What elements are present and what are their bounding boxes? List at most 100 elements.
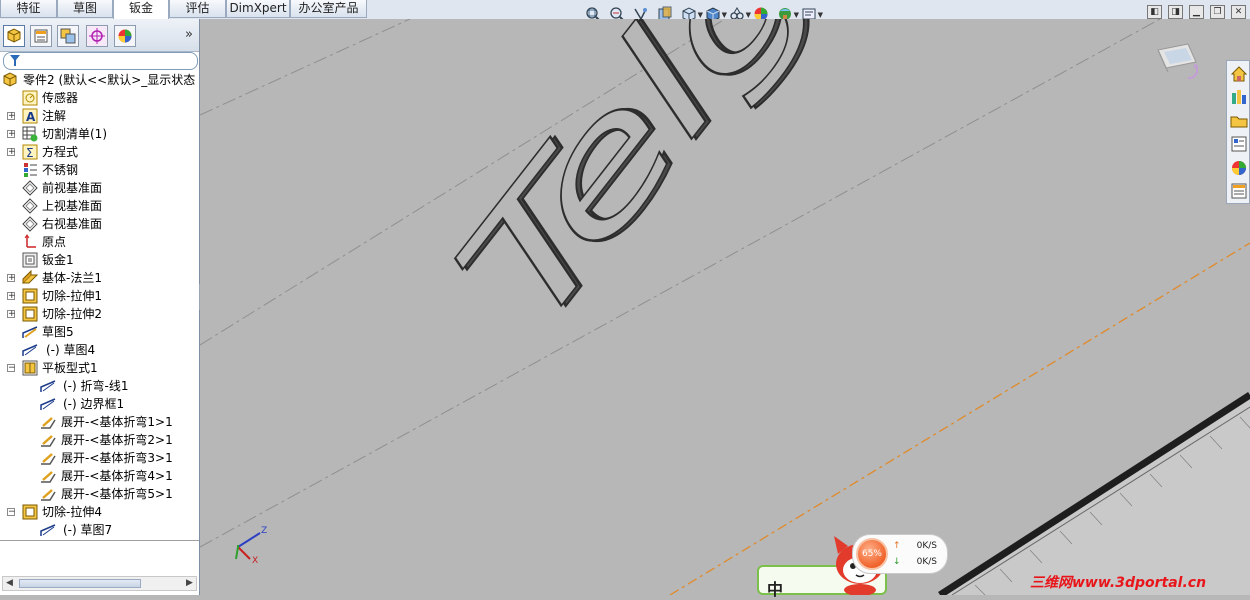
- equation-icon: Σ: [22, 144, 38, 160]
- display-manager-tab-icon[interactable]: [114, 25, 136, 47]
- tree-item-sheet-metal[interactable]: 钣金1: [0, 251, 199, 269]
- tree-item-sketch-5[interactable]: 草图5: [0, 323, 199, 341]
- tree-item-base-flange[interactable]: + 基体-法兰1: [0, 269, 199, 287]
- tree-item-material[interactable]: 不锈钢: [0, 161, 199, 179]
- expand-toggle[interactable]: +: [7, 148, 16, 157]
- expand-toggle[interactable]: +: [7, 130, 16, 139]
- site-watermark: 三维网www.3dportal.cn: [1030, 575, 1207, 591]
- view-cube-icon[interactable]: [1150, 40, 1204, 91]
- tree-item-equations[interactable]: + Σ 方程式: [0, 143, 199, 161]
- ime-mode-label: 中: [767, 580, 784, 599]
- view-palette-icon[interactable]: [1229, 134, 1249, 154]
- svg-text:Σ: Σ: [26, 146, 34, 160]
- prev-window-icon[interactable]: ◧: [1147, 5, 1162, 19]
- tree-item-unfold-4[interactable]: 展开-<基体折弯4>1: [0, 467, 199, 485]
- graphics-viewport[interactable]: Telga Telga Z X: [200, 19, 1250, 595]
- unfold-icon: [41, 471, 56, 483]
- cut-extrude-icon: [22, 504, 38, 520]
- tree-item-unfold-1[interactable]: 展开-<基体折弯1>1: [0, 413, 199, 431]
- tab-features[interactable]: 特征: [0, 0, 57, 18]
- appearances-icon[interactable]: [1229, 158, 1249, 178]
- cut-extrude-icon: [22, 288, 38, 304]
- collapse-toggle[interactable]: −: [7, 508, 16, 517]
- tree-item-cut-list[interactable]: + 切割清单(1): [0, 125, 199, 143]
- tree-item-annotations[interactable]: + A 注解: [0, 107, 199, 125]
- tree-item-top-plane[interactable]: 上视基准面: [0, 197, 199, 215]
- unfold-icon: [41, 489, 56, 501]
- feature-tree-filter[interactable]: [3, 52, 198, 70]
- plane-icon: [22, 180, 38, 196]
- upload-arrow-icon: ↑: [893, 541, 901, 551]
- panel-tab-strip: »: [0, 19, 199, 52]
- custom-properties-icon[interactable]: [1229, 181, 1249, 201]
- sketch-icon: [40, 380, 56, 392]
- expand-toggle[interactable]: +: [7, 274, 16, 283]
- tree-item-flat-pattern[interactable]: − 平板型式1: [0, 359, 199, 377]
- material-icon: [24, 163, 37, 177]
- plane-icon: [22, 198, 38, 214]
- tree-item-unfold-3[interactable]: 展开-<基体折弯3>1: [0, 449, 199, 467]
- minimize-icon[interactable]: ▁: [1189, 5, 1204, 19]
- expand-panel-icon[interactable]: »: [185, 27, 193, 42]
- sheet-metal-icon: [22, 252, 38, 268]
- tab-office-products[interactable]: 办公室产品: [290, 0, 367, 18]
- filter-icon: [10, 55, 20, 66]
- tree-item-bend-lines[interactable]: (-) 折弯-线1: [0, 377, 199, 395]
- expand-toggle[interactable]: +: [7, 292, 16, 301]
- tree-item-unfold-5[interactable]: 展开-<基体折弯5>1: [0, 485, 199, 503]
- tree-item-sketch-7[interactable]: (-) 草图7: [0, 521, 199, 539]
- tab-evaluate[interactable]: 评估: [169, 0, 226, 18]
- configuration-manager-tab-icon[interactable]: [57, 25, 79, 47]
- tree-item-sensors[interactable]: 传感器: [0, 89, 199, 107]
- scroll-right-icon[interactable]: ▶: [183, 577, 196, 590]
- feature-manager-panel: » 零件2 (默认<<默认>_显示状态 传感器 + A 注解 + 切割清单(1): [0, 19, 200, 595]
- expand-toggle[interactable]: +: [7, 310, 16, 319]
- download-arrow-icon: ↓: [893, 557, 901, 567]
- expand-toggle[interactable]: +: [7, 112, 16, 121]
- dimxpert-manager-tab-icon[interactable]: [86, 25, 108, 47]
- cut-list-icon: [22, 126, 38, 142]
- tab-dimxpert[interactable]: DimXpert: [226, 0, 290, 18]
- sketch-icon: [22, 344, 38, 356]
- tree-item-front-plane[interactable]: 前视基准面: [0, 179, 199, 197]
- tree-item-bounding-box[interactable]: (-) 边界框1: [0, 395, 199, 413]
- restore-icon[interactable]: ❐: [1210, 5, 1225, 19]
- close-icon[interactable]: ✕: [1231, 5, 1246, 19]
- tab-sketch[interactable]: 草图: [57, 0, 113, 18]
- svg-text:Z: Z: [261, 526, 267, 536]
- origin-icon: [24, 234, 36, 248]
- usage-percent: 65%: [856, 538, 888, 570]
- tree-item-unfold-2[interactable]: 展开-<基体折弯2>1: [0, 431, 199, 449]
- task-pane: [1226, 60, 1250, 204]
- file-explorer-icon[interactable]: [1229, 111, 1249, 131]
- scroll-thumb[interactable]: [19, 579, 141, 588]
- tree-item-sketch-4[interactable]: (-) 草图4: [0, 341, 199, 359]
- home-icon[interactable]: [1229, 64, 1249, 84]
- design-library-icon[interactable]: [1229, 87, 1249, 107]
- sketch-icon: [40, 524, 56, 536]
- upload-speed: 0K/S: [916, 541, 937, 551]
- horizontal-scrollbar[interactable]: ◀ ▶: [2, 576, 197, 591]
- sensor-icon: [22, 90, 38, 106]
- tree-item-cut-extrude-4[interactable]: − 切除-拉伸4: [0, 503, 199, 521]
- tree-item-origin[interactable]: 原点: [0, 233, 199, 251]
- tree-item-cut-extrude-1[interactable]: + 切除-拉伸1: [0, 287, 199, 305]
- window-controls: ◧ ◨ ▁ ❐ ✕: [1147, 5, 1246, 19]
- tree-item-right-plane[interactable]: 右视基准面: [0, 215, 199, 233]
- svg-text:A: A: [26, 110, 36, 124]
- sketch-icon: [22, 326, 38, 338]
- plane-icon: [22, 216, 38, 232]
- collapse-toggle[interactable]: −: [7, 364, 16, 373]
- tree-root-part[interactable]: 零件2 (默认<<默认>_显示状态: [2, 71, 197, 89]
- next-window-icon[interactable]: ◨: [1168, 5, 1183, 19]
- feature-manager-tab-icon[interactable]: [3, 25, 25, 47]
- tree-item-cut-extrude-2[interactable]: + 切除-拉伸2: [0, 305, 199, 323]
- part-icon: [3, 72, 17, 87]
- scroll-left-icon[interactable]: ◀: [3, 577, 16, 590]
- network-speed-widget[interactable]: 65% ↑ 0K/S ↓ 0K/S: [852, 534, 948, 574]
- property-manager-tab-icon[interactable]: [30, 25, 52, 47]
- cut-extrude-icon: [22, 306, 38, 322]
- tab-sheet-metal[interactable]: 钣金: [113, 0, 169, 20]
- unfold-icon: [41, 417, 56, 429]
- svg-text:X: X: [252, 556, 258, 566]
